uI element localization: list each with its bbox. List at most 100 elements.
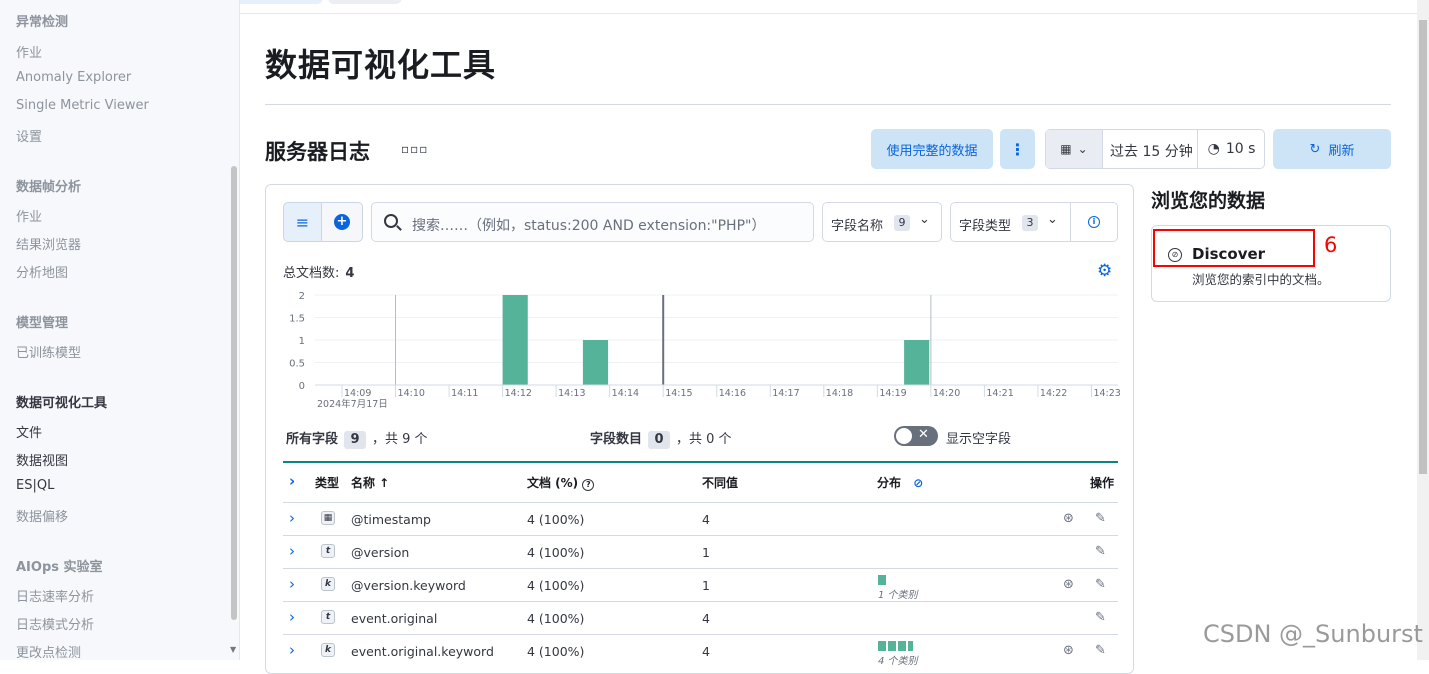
col-docs[interactable]: 文档 (%) ?	[527, 474, 595, 491]
x-tick-label: 14:16	[719, 388, 746, 399]
edit-icon[interactable]: ✎	[1095, 643, 1106, 658]
sidebar-item-17[interactable]: 日志速率分析	[16, 586, 94, 605]
col-actions: 操作	[1090, 476, 1115, 490]
field-type-icon: ▦	[321, 511, 335, 525]
info-button[interactable]: i	[1070, 202, 1118, 242]
field-distinct: 4	[702, 512, 710, 527]
edit-icon[interactable]: ✎	[1095, 577, 1106, 592]
field-name: event.original.keyword	[351, 644, 494, 659]
question-icon: ?	[582, 479, 595, 491]
sidebar-item-2[interactable]: Anomaly Explorer	[16, 70, 131, 85]
col-distinct[interactable]: 不同值	[702, 474, 738, 491]
field-name: event.original	[351, 611, 438, 626]
sidebar-item-1[interactable]: 作业	[16, 42, 42, 61]
expand-row-icon[interactable]: ›	[289, 641, 295, 659]
x-tick-label: 14:15	[665, 388, 692, 399]
x-tick-label: 14:12	[505, 388, 532, 399]
all-fields-total: ，共 9 个	[372, 432, 428, 447]
document-count-chart: 0 0.5 1 1.5 2 14:09 14:10 14:11 14:12 14:13 14:14 1…	[289, 291, 1121, 410]
refresh-button[interactable]: ↻ 刷新	[1273, 129, 1391, 169]
field-name-label: 字段名称	[831, 219, 884, 234]
distribution-bar	[878, 641, 913, 651]
gear-icon[interactable]: ⚙	[1097, 261, 1112, 281]
eye-closed-icon[interactable]: ⊘	[913, 476, 923, 490]
sidebar-item-14[interactable]: ES|QL	[16, 478, 54, 493]
sidebar-item-12[interactable]: 文件	[16, 422, 42, 441]
x-tick-label: 14:09	[344, 388, 371, 399]
discover-description: 浏览您的索引中的文档。	[1192, 272, 1330, 287]
all-fields-summary: 所有字段 9 ，共 9 个	[286, 428, 428, 449]
x-date-label: 2024年7月17日	[317, 398, 388, 410]
x-tick-label: 14:21	[986, 388, 1013, 399]
more-actions-button[interactable]: ⋮	[1000, 129, 1035, 169]
distribution-bar	[878, 575, 886, 585]
all-fields-label: 所有字段	[286, 432, 339, 447]
data-view-title: 服务器日志	[265, 140, 370, 164]
sidebar-item-7[interactable]: 结果浏览器	[16, 234, 81, 253]
table-row[interactable]: › t @version 4 (100%) 1 ✎	[283, 535, 1118, 568]
sidebar-item-3[interactable]: Single Metric Viewer	[16, 98, 149, 113]
quick-menu-button[interactable]: ▦ ⌄	[1046, 130, 1103, 168]
time-picker[interactable]: ▦ ⌄ 过去 15 分钟 ◔ 10 s	[1045, 129, 1265, 169]
sidebar-scroll-down-icon[interactable]: ▼	[230, 645, 236, 654]
sidebar-item-13[interactable]: 数据视图	[16, 450, 68, 469]
col-docs-label: 文档 (%)	[527, 476, 579, 490]
expand-row-icon[interactable]: ›	[289, 608, 295, 626]
sidebar-item-19[interactable]: 更改点检测	[16, 642, 81, 660]
refresh-interval-icon: ◔	[1207, 141, 1220, 157]
filter-menu-button[interactable]: ≡	[283, 202, 322, 242]
page-scrollbar-thumb[interactable]	[1419, 20, 1427, 474]
x-tick-label: 14:22	[1040, 388, 1067, 399]
time-range-text[interactable]: 过去 15 分钟	[1110, 141, 1193, 161]
header-divider	[265, 104, 1391, 105]
field-type-select[interactable]: 字段类型 3 ⌄	[950, 202, 1071, 242]
col-name[interactable]: 名称 ↑	[351, 474, 389, 491]
table-row[interactable]: › t event.original 4 (100%) 4 ✎	[283, 601, 1118, 634]
expand-all-icon[interactable]: ›	[289, 472, 295, 490]
search-input[interactable]: 搜索……（例如，status:200 AND extension:"PHP"）	[371, 202, 814, 242]
sidebar-item-4[interactable]: 设置	[16, 126, 42, 145]
x-tick-label: 14:20	[933, 388, 960, 399]
sidebar-item-8[interactable]: 分析地图	[16, 262, 68, 281]
field-name-select[interactable]: 字段名称 9 ⌄	[822, 202, 942, 242]
expand-row-icon[interactable]: ›	[289, 542, 295, 560]
table-row[interactable]: › ▦ @timestamp 4 (100%) 4 ⊛ ✎	[283, 502, 1118, 535]
field-name: @version.keyword	[351, 578, 466, 593]
table-row[interactable]: › k event.original.keyword 4 (100%) 4 4 个类别 ⊛ ✎	[283, 634, 1118, 667]
inspect-icon[interactable]: ⊛	[1063, 577, 1074, 592]
sidebar-item-15[interactable]: 数据偏移	[16, 506, 68, 525]
breadcrumb-3[interactable]	[328, 0, 402, 4]
edit-icon[interactable]: ✎	[1095, 511, 1106, 526]
show-empty-fields-toggle[interactable]: ✕	[894, 426, 938, 446]
x-tick-label: 14:14	[612, 388, 639, 399]
vertical-dots-icon: ⋮	[1009, 139, 1026, 159]
inspect-icon[interactable]: ⊛	[1063, 643, 1074, 658]
field-docs: 4 (100%)	[527, 578, 585, 593]
col-distribution[interactable]: 分布 ⊘	[877, 474, 923, 491]
sidebar-item-10[interactable]: 已训练模型	[16, 342, 81, 361]
sidebar-item-6[interactable]: 作业	[16, 206, 42, 225]
sidebar-scrollbar[interactable]	[231, 166, 237, 620]
expand-row-icon[interactable]: ›	[289, 509, 295, 527]
more-options-icon[interactable]: ▫▫▫	[401, 142, 428, 156]
field-docs: 4 (100%)	[527, 545, 585, 560]
bar-1	[582, 340, 609, 385]
auto-refresh-interval[interactable]: ◔ 10 s	[1197, 130, 1265, 168]
expand-row-icon[interactable]: ›	[289, 575, 295, 593]
use-full-data-button[interactable]: 使用完整的数据	[871, 129, 993, 169]
x-tick-label: 14:17	[772, 388, 799, 399]
field-name: @timestamp	[351, 512, 431, 527]
add-filter-button[interactable]: +	[321, 202, 363, 242]
col-dist-label: 分布	[877, 476, 902, 490]
table-row[interactable]: › k @version.keyword 4 (100%) 1 1 个类别 ⊛ ✎	[283, 568, 1118, 601]
edit-icon[interactable]: ✎	[1095, 544, 1106, 559]
field-count-summary: 字段数目 0 ，共 0 个	[590, 428, 732, 449]
col-type[interactable]: 类型	[315, 474, 339, 491]
sidebar-item-18[interactable]: 日志模式分析	[16, 614, 94, 633]
field-num-count: 0	[648, 431, 671, 449]
calendar-icon: ▦	[1060, 142, 1072, 156]
field-num-label: 字段数目	[590, 432, 643, 447]
edit-icon[interactable]: ✎	[1095, 610, 1106, 625]
y-tick-label: 2	[299, 291, 305, 302]
inspect-icon[interactable]: ⊛	[1063, 511, 1074, 526]
